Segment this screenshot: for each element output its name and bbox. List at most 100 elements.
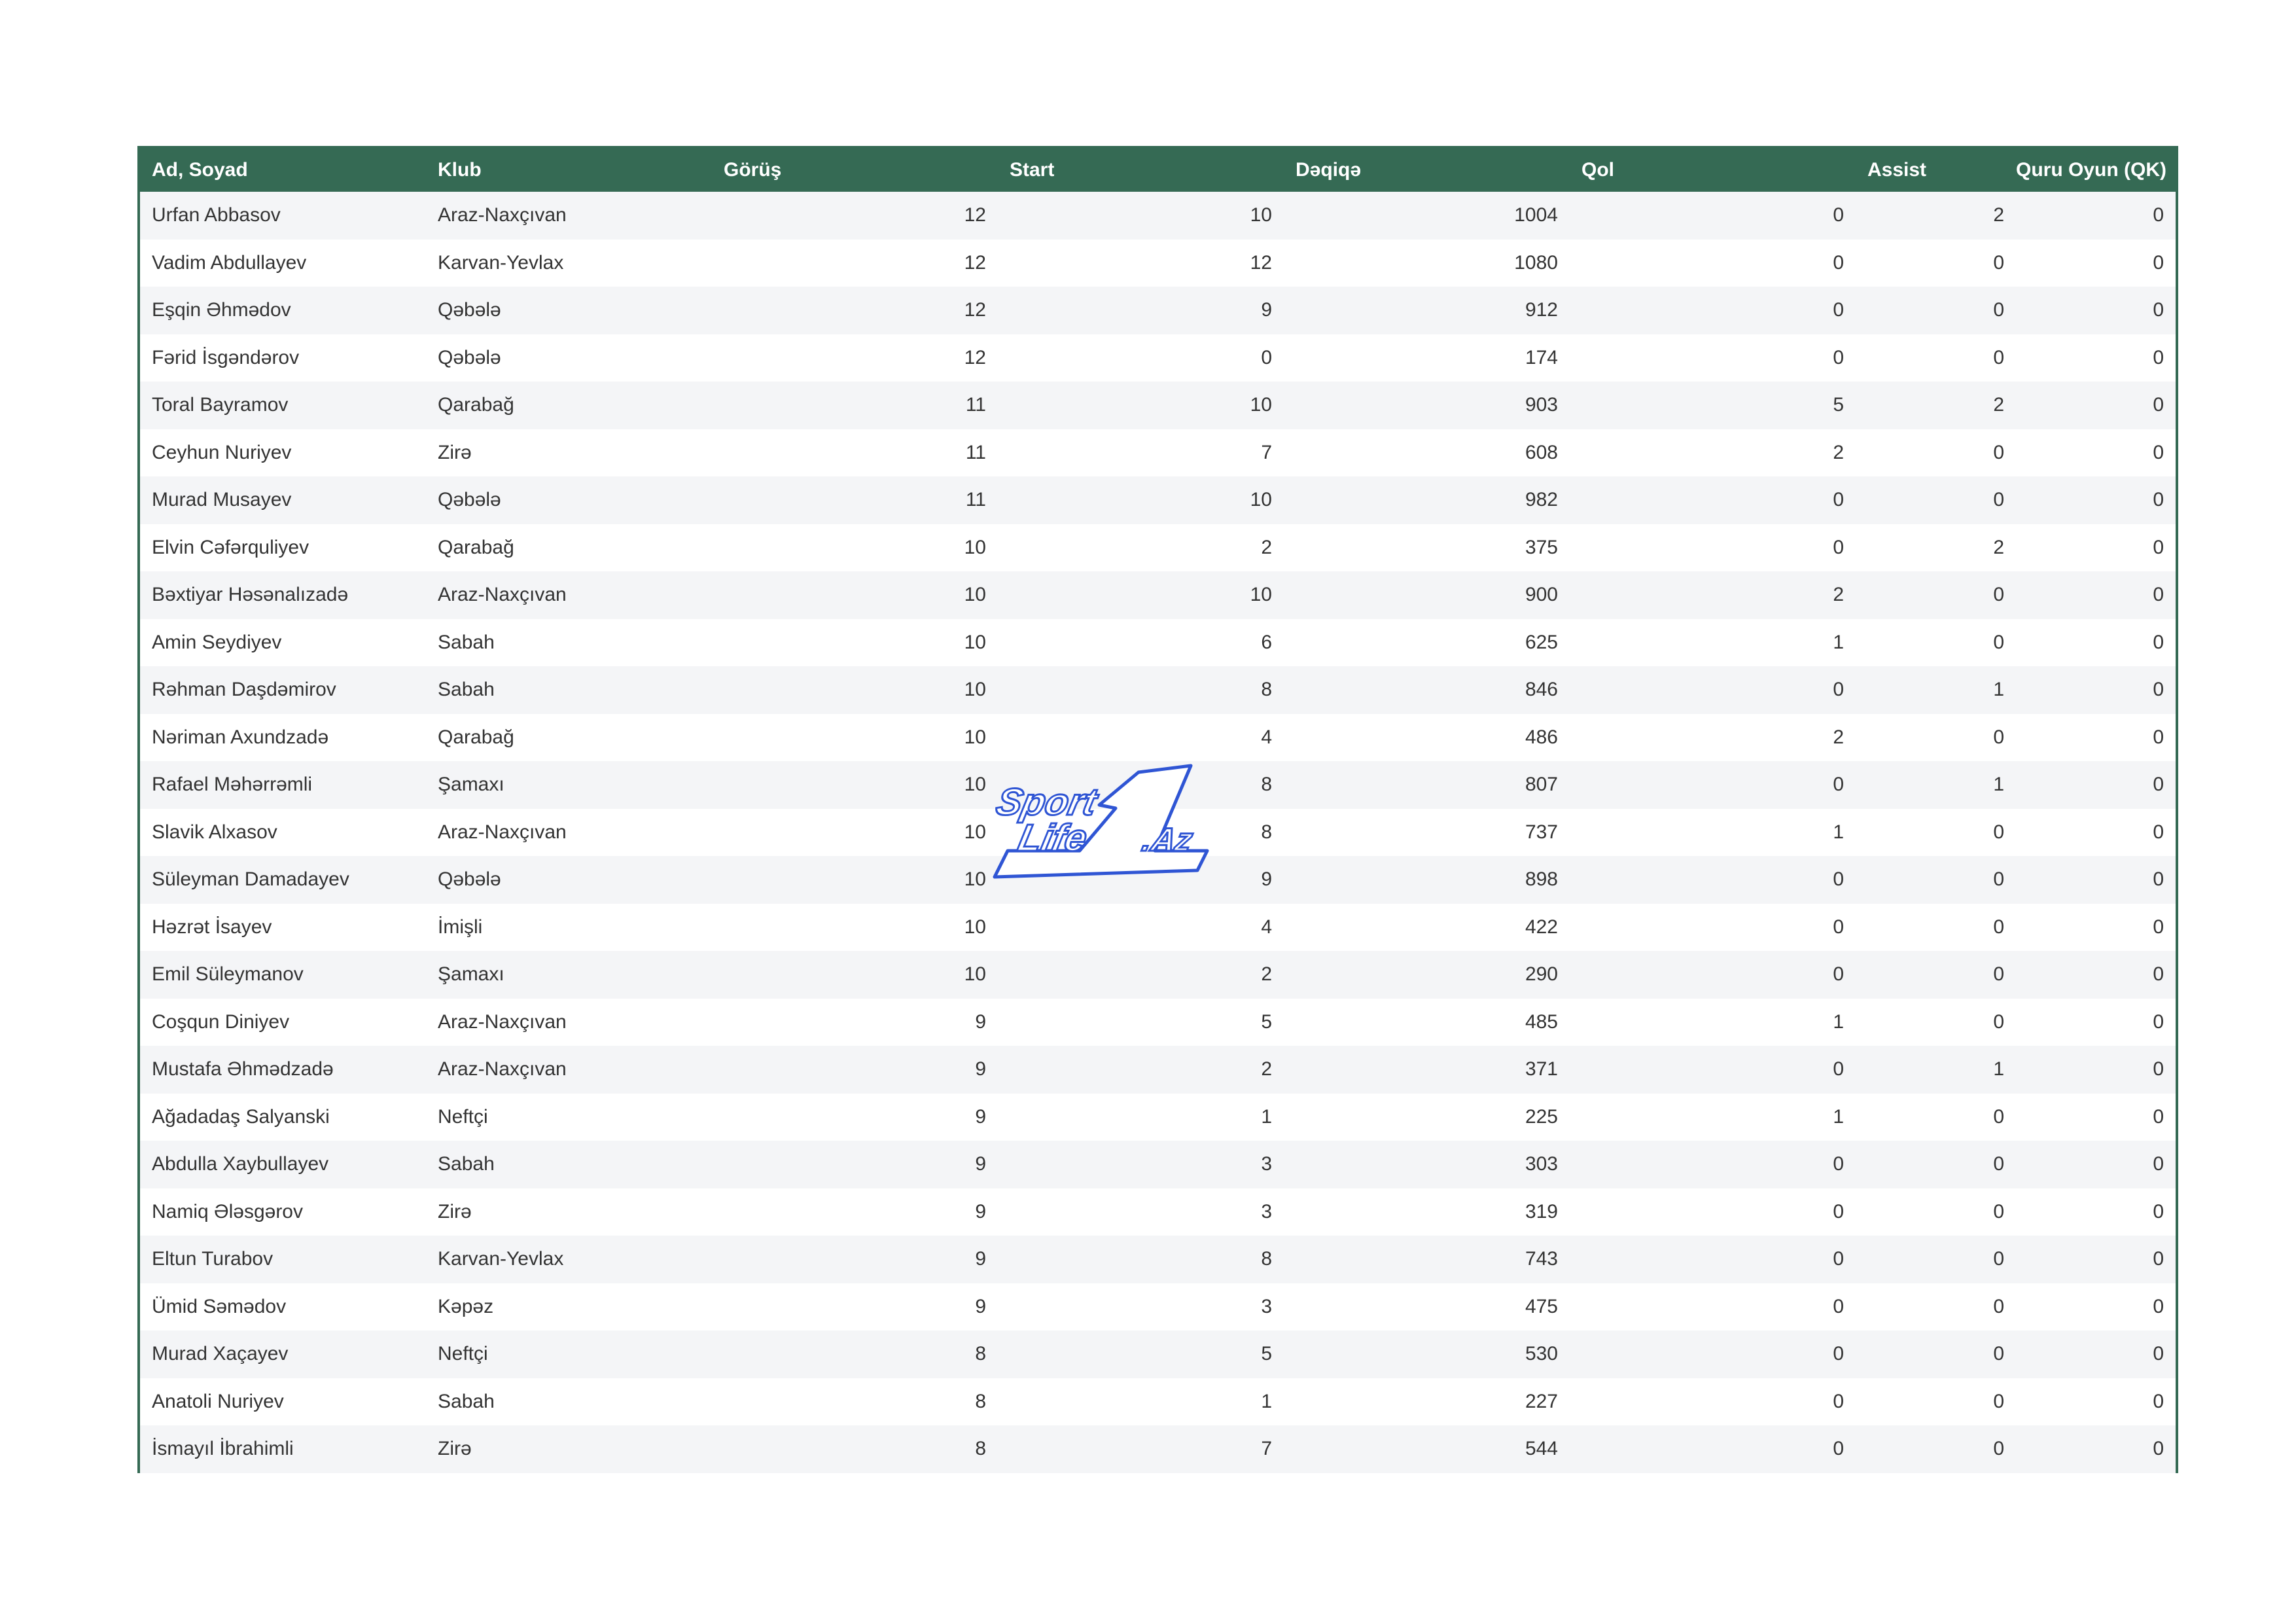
minutes-value: 1080 <box>1284 239 1570 287</box>
clean-sheets-value: 0 <box>2016 856 2176 904</box>
appearances-value: 10 <box>712 808 998 856</box>
club-name: Neftçi <box>426 1330 712 1378</box>
goals-value: 0 <box>1570 761 1856 809</box>
player-name: Süleyman Damadayev <box>140 856 426 904</box>
assists-value: 0 <box>1856 429 2016 476</box>
player-name: Nəriman Axundzadə <box>140 713 426 761</box>
assists-value: 0 <box>1856 1330 2016 1378</box>
clean-sheets-value: 0 <box>2016 1378 2176 1425</box>
player-name: Namiq Ələsgərov <box>140 1188 426 1236</box>
minutes-value: 174 <box>1284 334 1570 382</box>
minutes-value: 530 <box>1284 1330 1570 1378</box>
club-name: Şamaxı <box>426 761 712 809</box>
goals-value: 0 <box>1570 1425 1856 1473</box>
clean-sheets-value: 0 <box>2016 382 2176 429</box>
appearances-value: 10 <box>712 903 998 951</box>
player-name: Toral Bayramov <box>140 382 426 429</box>
appearances-value: 8 <box>712 1330 998 1378</box>
table-row: Elvin Cəfərquliyev Qarabağ 10 2 375 0 2 0 <box>140 524 2176 571</box>
appearances-value: 10 <box>712 524 998 571</box>
player-name: Ceyhun Nuriyev <box>140 429 426 476</box>
player-name: Ağadadaş Salyanski <box>140 1093 426 1141</box>
player-name: Murad Musayev <box>140 476 426 524</box>
clean-sheets-value: 0 <box>2016 334 2176 382</box>
minutes-value: 900 <box>1284 571 1570 619</box>
appearances-value: 9 <box>712 1283 998 1330</box>
table-row: Emil Süleymanov Şamaxı 10 2 290 0 0 0 <box>140 951 2176 999</box>
player-name: Abdulla Xaybullayev <box>140 1141 426 1188</box>
club-name: Sabah <box>426 1141 712 1188</box>
clean-sheets-value: 0 <box>2016 476 2176 524</box>
player-name: Urfan Abbasov <box>140 192 426 240</box>
assists-value: 0 <box>1856 618 2016 666</box>
starts-value: 8 <box>998 666 1284 714</box>
minutes-value: 625 <box>1284 618 1570 666</box>
club-name: Qarabağ <box>426 524 712 571</box>
minutes-value: 608 <box>1284 429 1570 476</box>
minutes-value: 903 <box>1284 382 1570 429</box>
goals-value: 0 <box>1570 476 1856 524</box>
assists-value: 0 <box>1856 239 2016 287</box>
club-name: Araz-Naxçıvan <box>426 998 712 1046</box>
clean-sheets-value: 0 <box>2016 1283 2176 1330</box>
clean-sheets-value: 0 <box>2016 1188 2176 1236</box>
goals-value: 0 <box>1570 951 1856 999</box>
appearances-value: 10 <box>712 571 998 619</box>
club-name: Qəbələ <box>426 334 712 382</box>
goals-value: 1 <box>1570 1093 1856 1141</box>
appearances-value: 10 <box>712 618 998 666</box>
appearances-value: 8 <box>712 1378 998 1425</box>
club-name: Sabah <box>426 618 712 666</box>
player-stats-table: Ad, Soyad Klub Görüş Start Dəqiqə Qol Assist Qu… <box>140 149 2176 1473</box>
player-name: Amin Seydiyev <box>140 618 426 666</box>
clean-sheets-value: 0 <box>2016 571 2176 619</box>
table-row: Süleyman Damadayev Qəbələ 10 9 898 0 0 0 <box>140 856 2176 904</box>
minutes-value: 912 <box>1284 287 1570 334</box>
clean-sheets-value: 0 <box>2016 666 2176 714</box>
col-header-minutes: Dəqiqə <box>1284 149 1570 192</box>
table-row: Nəriman Axundzadə Qarabağ 10 4 486 2 0 0 <box>140 713 2176 761</box>
player-name: Rəhman Daşdəmirov <box>140 666 426 714</box>
minutes-value: 290 <box>1284 951 1570 999</box>
table-row: Toral Bayramov Qarabağ 11 10 903 5 2 0 <box>140 382 2176 429</box>
starts-value: 3 <box>998 1141 1284 1188</box>
goals-value: 0 <box>1570 666 1856 714</box>
minutes-value: 319 <box>1284 1188 1570 1236</box>
appearances-value: 10 <box>712 951 998 999</box>
starts-value: 1 <box>998 1093 1284 1141</box>
table-row: Mustafa Əhmədzadə Araz-Naxçıvan 9 2 371 0 1 0 <box>140 1046 2176 1094</box>
assists-value: 1 <box>1856 1046 2016 1094</box>
stats-table-container: Ad, Soyad Klub Görüş Start Dəqiqə Qol Assist Qu… <box>137 146 2178 1473</box>
assists-value: 0 <box>1856 951 2016 999</box>
starts-value: 3 <box>998 1283 1284 1330</box>
club-name: Qarabağ <box>426 713 712 761</box>
club-name: Araz-Naxçıvan <box>426 571 712 619</box>
goals-value: 0 <box>1570 1330 1856 1378</box>
clean-sheets-value: 0 <box>2016 998 2176 1046</box>
appearances-value: 12 <box>712 239 998 287</box>
player-name: Slavik Alxasov <box>140 808 426 856</box>
player-name: Fərid İsgəndərov <box>140 334 426 382</box>
assists-value: 0 <box>1856 1141 2016 1188</box>
assists-value: 2 <box>1856 382 2016 429</box>
appearances-value: 9 <box>712 1046 998 1094</box>
goals-value: 0 <box>1570 287 1856 334</box>
clean-sheets-value: 0 <box>2016 429 2176 476</box>
club-name: Qarabağ <box>426 382 712 429</box>
clean-sheets-value: 0 <box>2016 192 2176 240</box>
starts-value: 8 <box>998 808 1284 856</box>
goals-value: 0 <box>1570 334 1856 382</box>
goals-value: 0 <box>1570 524 1856 571</box>
goals-value: 0 <box>1570 239 1856 287</box>
table-row: Fərid İsgəndərov Qəbələ 12 0 174 0 0 0 <box>140 334 2176 382</box>
starts-value: 8 <box>998 1236 1284 1283</box>
appearances-value: 10 <box>712 666 998 714</box>
goals-value: 2 <box>1570 713 1856 761</box>
club-name: Sabah <box>426 1378 712 1425</box>
table-row: Abdulla Xaybullayev Sabah 9 3 303 0 0 0 <box>140 1141 2176 1188</box>
minutes-value: 485 <box>1284 998 1570 1046</box>
clean-sheets-value: 0 <box>2016 1141 2176 1188</box>
goals-value: 1 <box>1570 808 1856 856</box>
col-header-goals: Qol <box>1570 149 1856 192</box>
col-header-club: Klub <box>426 149 712 192</box>
